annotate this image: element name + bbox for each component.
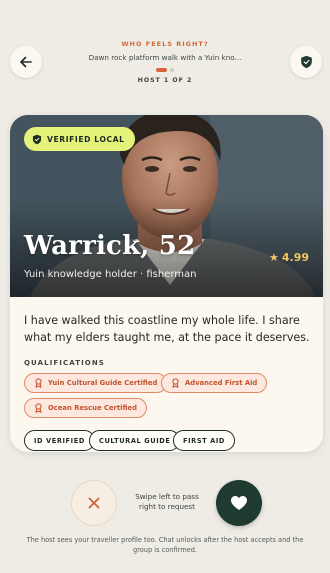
certification-badge: Advanced First Aid: [161, 373, 268, 393]
close-icon: [88, 497, 100, 509]
pass-button[interactable]: [71, 480, 117, 526]
host-rating: ★ 4.99: [269, 251, 309, 264]
rating-value: 4.99: [281, 251, 309, 264]
star-icon: ★: [268, 251, 279, 264]
host-bio: I have walked this coastline my whole li…: [24, 314, 310, 344]
shield-check-icon: [32, 134, 42, 144]
certification-badge: Yuin Cultural Guide Certified: [24, 373, 168, 393]
award-icon: [35, 403, 42, 413]
certification-label: Ocean Rescue Certified: [48, 404, 137, 412]
certification-badge: Ocean Rescue Certified: [24, 398, 147, 418]
arrow-left-icon: [20, 56, 32, 68]
back-button[interactable]: [10, 46, 42, 78]
verified-badge: VERIFIED LOCAL: [24, 127, 135, 151]
qualifications-label: QUALIFICATIONS: [24, 359, 105, 367]
award-icon: [172, 378, 179, 388]
header-kicker: WHO FEELS RIGHT?: [121, 40, 209, 48]
host-name: Warrick, 52: [24, 231, 196, 261]
award-icon: [35, 378, 42, 388]
swipe-hint: Swipe left to pass right to request: [135, 492, 199, 511]
verification-tag: ID VERIFIED: [24, 430, 95, 451]
trip-title: Dawn rock platform walk with a Yuin kno.…: [88, 53, 242, 62]
host-photo: VERIFIED LOCAL Warrick, 52 Yuin knowledg…: [10, 115, 323, 297]
host-role: Yuin knowledge holder · fisherman: [24, 269, 197, 280]
verification-tag: FIRST AID: [173, 430, 236, 451]
safety-button[interactable]: [290, 46, 322, 78]
verification-tag: CULTURAL GUIDE: [89, 430, 181, 451]
certification-label: Yuin Cultural Guide Certified: [48, 379, 158, 387]
certification-label: Advanced First Aid: [185, 379, 258, 387]
footer-note: The host sees your traveller profile too…: [26, 536, 304, 554]
host-card[interactable]: VERIFIED LOCAL Warrick, 52 Yuin knowledg…: [10, 115, 323, 452]
heart-icon: [231, 496, 247, 510]
shield-icon: [300, 55, 312, 69]
verified-badge-label: VERIFIED LOCAL: [47, 134, 125, 144]
page-dot: [170, 68, 174, 72]
page-indicator: [0, 68, 330, 72]
host-counter: HOST 1 OF 2: [137, 77, 193, 84]
request-button[interactable]: [216, 480, 262, 526]
page-dot-active: [156, 68, 167, 72]
